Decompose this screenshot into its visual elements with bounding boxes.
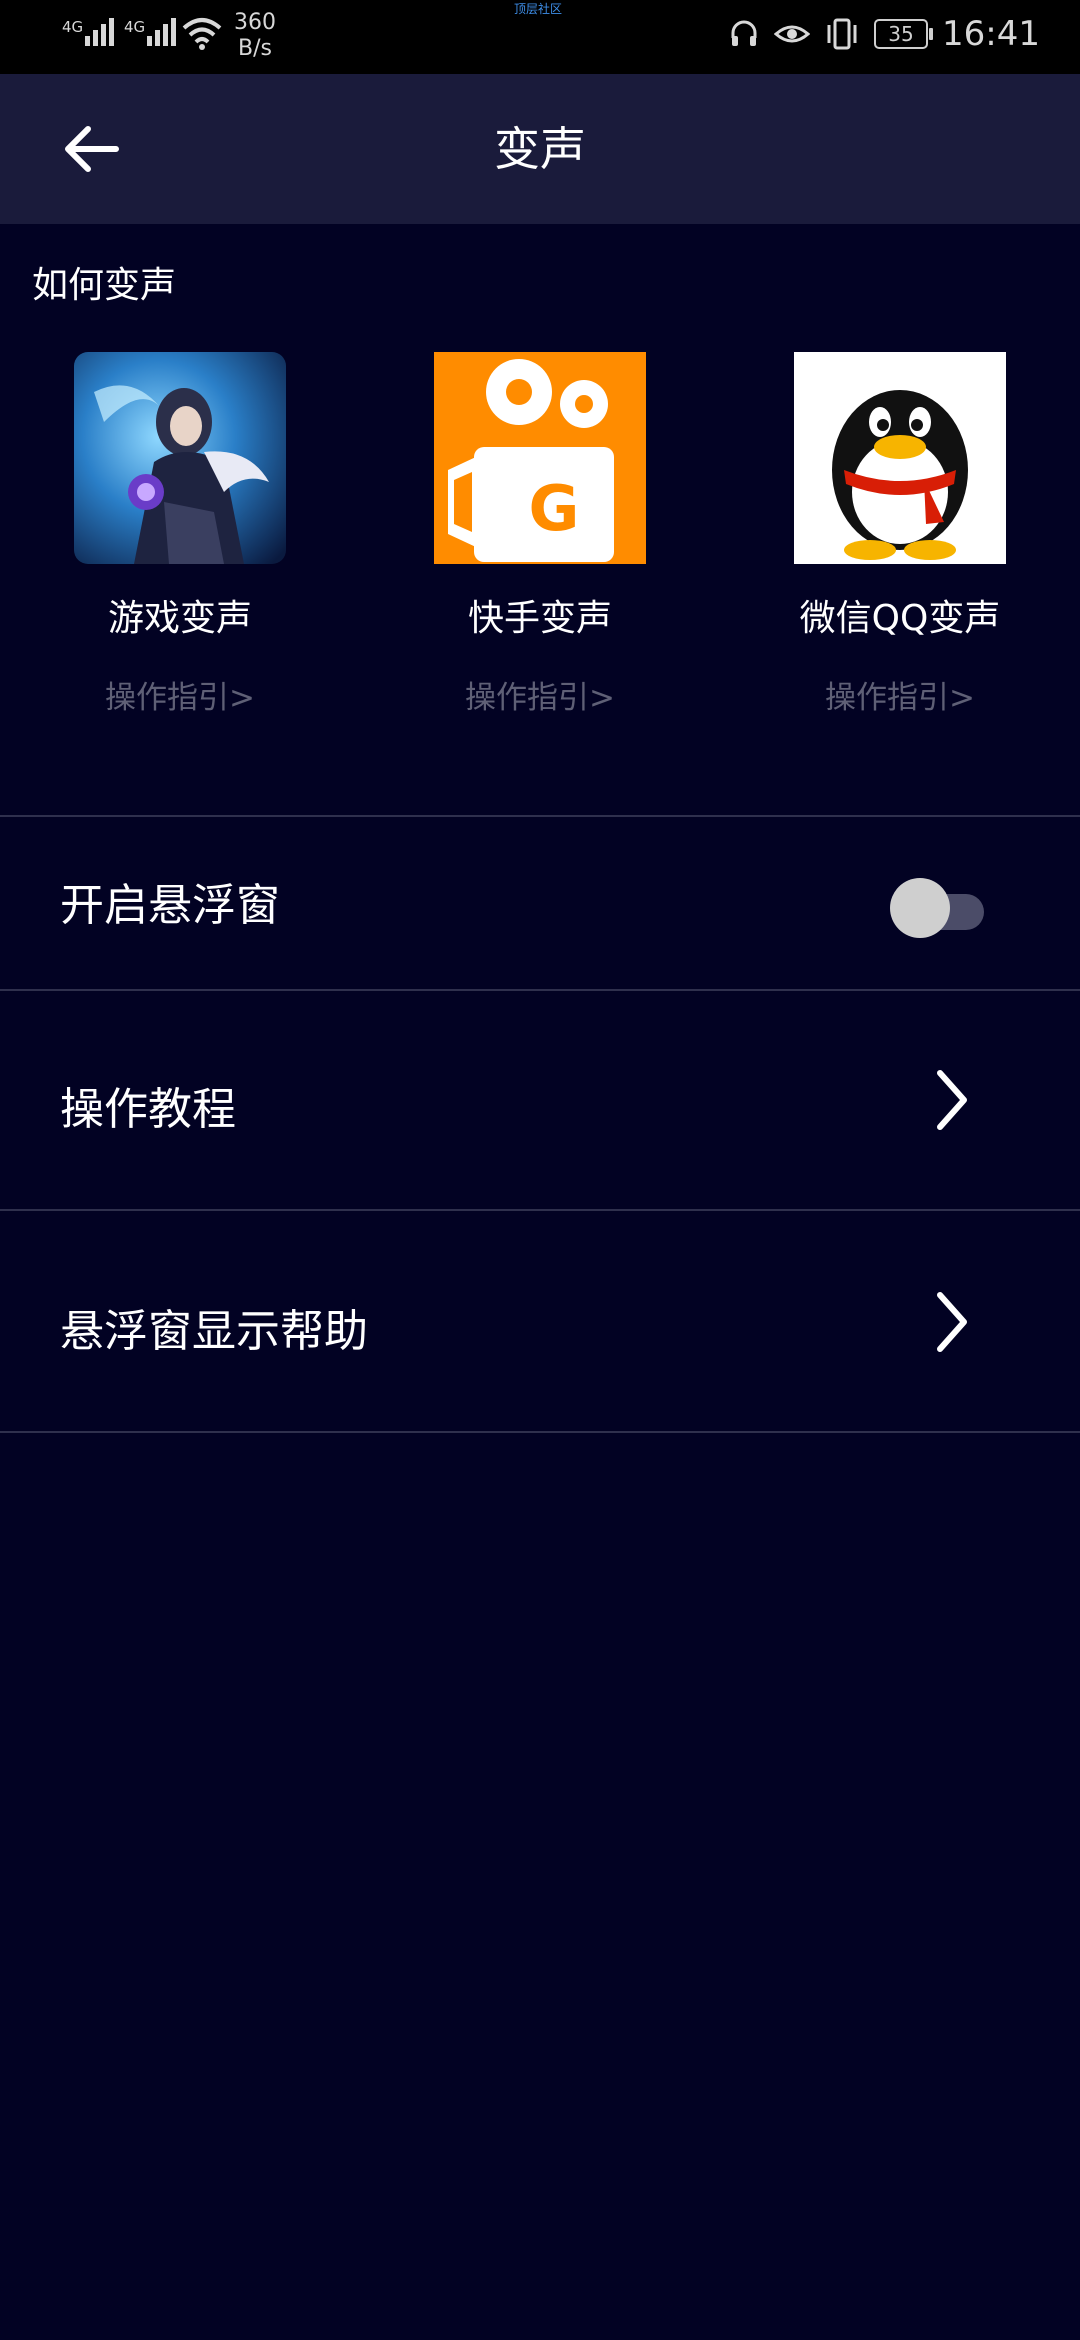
app-card-name: 游戏变声 <box>107 598 252 639</box>
qq-penguin-icon <box>794 352 1006 564</box>
qq-logo[interactable] <box>794 352 1006 564</box>
network-type-label: 4G <box>62 18 84 36</box>
status-right-group: 35 16:41 <box>728 14 1040 54</box>
status-bar: 4G 4G 360 B/s 顶层社区 35 16:41 <box>0 0 1080 74</box>
wifi-icon <box>182 18 222 50</box>
chevron-right-icon <box>937 1292 967 1352</box>
tutorial-row[interactable]: 操作教程 <box>0 991 1080 1209</box>
headset-icon <box>731 20 757 46</box>
game-voice-image[interactable] <box>74 352 286 564</box>
svg-text:G: G <box>529 472 580 545</box>
game-character-image <box>74 352 286 564</box>
status-center-text: 顶层社区 <box>514 2 563 16</box>
guide-link[interactable]: 操作指引> <box>720 672 1080 717</box>
kuaishou-voice-card[interactable]: G 快手变声 操作指引> <box>360 352 720 717</box>
back-button[interactable] <box>60 119 124 179</box>
signal-icon: 4G <box>124 18 179 46</box>
battery-icon: 35 <box>874 19 934 49</box>
guide-link[interactable]: 操作指引> <box>360 672 720 717</box>
vibrate-icon <box>827 18 857 50</box>
kuaishou-logo-icon: G <box>434 352 646 564</box>
page-title: 变声 <box>494 122 586 176</box>
arrow-left-icon <box>65 126 119 172</box>
game-voice-card[interactable]: 游戏变声 操作指引> <box>0 352 360 717</box>
app-card-name: 快手变声 <box>467 598 612 639</box>
signal-icon: 4G <box>62 18 117 46</box>
app-header: 变声 <box>0 74 1080 224</box>
status-time: 16:41 <box>942 14 1040 54</box>
float-window-label: 开启悬浮窗 <box>60 880 280 931</box>
network-type-label: 4G <box>124 18 146 36</box>
float-help-row[interactable]: 悬浮窗显示帮助 <box>0 1211 1080 1431</box>
kuaishou-logo[interactable]: G <box>434 352 646 564</box>
chevron-right-icon <box>937 1070 967 1130</box>
section-title: 如何变声 <box>32 265 177 306</box>
network-speed: 360 B/s <box>234 10 276 62</box>
divider <box>0 1431 1080 1433</box>
float-window-toggle[interactable] <box>890 878 990 938</box>
battery-level: 35 <box>888 22 914 46</box>
network-speed-value: 360 <box>234 10 276 35</box>
tutorial-label: 操作教程 <box>60 1084 236 1135</box>
eye-icon <box>774 25 811 43</box>
wechat-qq-voice-card[interactable]: 微信QQ变声 操作指引> <box>720 352 1080 717</box>
float-help-label: 悬浮窗显示帮助 <box>60 1306 368 1357</box>
guide-link[interactable]: 操作指引> <box>0 672 360 717</box>
network-speed-unit: B/s <box>238 36 272 61</box>
toggle-knob <box>890 878 950 938</box>
app-card-name: 微信QQ变声 <box>799 598 1001 639</box>
